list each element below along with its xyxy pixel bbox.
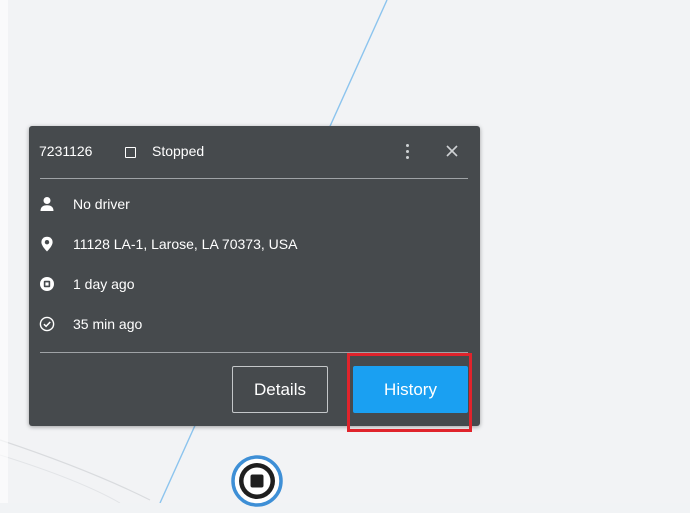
stopped-vehicle-marker-icon[interactable] (230, 454, 284, 508)
address-row: 11128 LA-1, Larose, LA 70373, USA (39, 234, 459, 256)
stopped-duration-row: 1 day ago (39, 274, 459, 296)
popup-header: 7231126 Stopped (29, 126, 480, 178)
last-update-row: 35 min ago (39, 314, 459, 336)
stopped-duration: 1 day ago (73, 276, 135, 292)
location-pin-icon (39, 236, 55, 252)
history-button[interactable]: History (353, 366, 468, 413)
footer-divider (40, 352, 468, 353)
vehicle-address: 11128 LA-1, Larose, LA 70373, USA (73, 236, 298, 252)
vehicle-id: 7231126 (39, 143, 93, 159)
check-circle-icon (39, 316, 55, 332)
vehicle-info-popup: 7231126 Stopped No driver 11128 LA-1, La… (29, 126, 480, 426)
header-divider (40, 178, 468, 179)
more-vertical-icon[interactable] (398, 140, 418, 164)
stopped-status-icon (125, 147, 136, 158)
last-update-time: 35 min ago (73, 316, 143, 332)
details-button[interactable]: Details (232, 366, 328, 413)
close-icon[interactable] (443, 142, 461, 160)
person-icon (39, 196, 55, 212)
stop-circle-icon (39, 276, 55, 292)
driver-name: No driver (73, 196, 130, 212)
vehicle-status: Stopped (152, 143, 205, 159)
driver-row: No driver (39, 194, 459, 216)
